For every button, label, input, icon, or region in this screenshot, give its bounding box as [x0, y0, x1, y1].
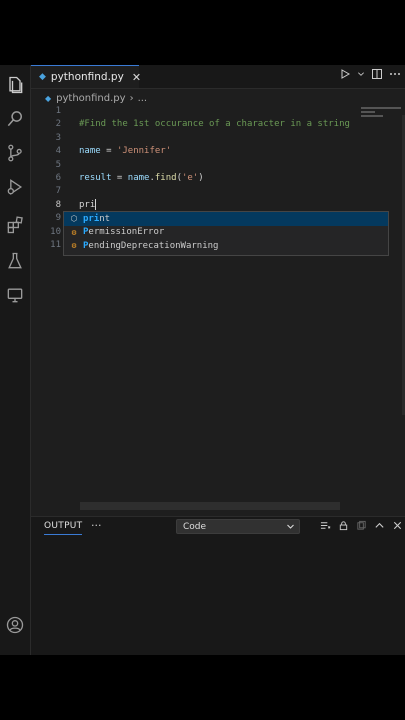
variable-name: name: [127, 172, 150, 183]
class-icon: ⚙: [71, 227, 77, 237]
account-icon[interactable]: [3, 613, 27, 637]
run-debug-icon[interactable]: [3, 175, 27, 199]
code-line[interactable]: [79, 185, 350, 198]
operator: =: [111, 172, 128, 183]
suggestion-rest: nt: [99, 213, 111, 224]
chevron-down-icon[interactable]: [357, 68, 365, 80]
operator: =: [100, 146, 117, 157]
line-number: 4: [55, 146, 61, 157]
line-number-gutter: 1 2 3 4 5 6 7 8 9 10 11: [31, 105, 61, 252]
editor-actions: [339, 68, 401, 80]
testing-icon[interactable]: [3, 249, 27, 273]
line-number: 3: [55, 132, 61, 143]
suggestion-item[interactable]: ⚙ PermissionError: [64, 226, 388, 240]
split-editor-icon[interactable]: [371, 68, 383, 80]
panel-actions: [320, 520, 403, 531]
method-icon: ⬡: [70, 214, 78, 224]
code-line[interactable]: result = name.find('e'): [79, 172, 350, 185]
tab-output[interactable]: OUTPUT: [44, 521, 83, 535]
python-file-icon: ◆: [45, 93, 52, 103]
paren-close: ): [198, 172, 204, 183]
code-line[interactable]: [79, 159, 350, 172]
vscode-window: ◆ pythonfind.py ✕ ◆ pythonfind.py › ... …: [0, 65, 405, 655]
text-cursor: [95, 198, 97, 210]
extensions-icon[interactable]: [3, 213, 27, 237]
line-number: 7: [55, 186, 61, 197]
line-number: 11: [50, 239, 61, 250]
remote-explorer-icon[interactable]: [3, 283, 27, 307]
line-number: 2: [55, 119, 61, 130]
comment-text: #Find the 1st occurance of a character i…: [79, 119, 350, 130]
code-editor[interactable]: #Find the 1st occurance of a character i…: [79, 105, 350, 212]
string-literal: 'e': [182, 172, 199, 183]
line-number: 5: [55, 159, 61, 170]
chevron-down-icon: [287, 524, 294, 529]
output-channel-select[interactable]: Code: [176, 519, 300, 534]
suggestion-widget: ⬡ pri nt ⚙ PermissionError ⚙ PendingDeprecat…: [63, 211, 389, 256]
code-line[interactable]: #Find the 1st occurance of a character i…: [79, 118, 350, 131]
copy-icon[interactable]: [356, 520, 367, 531]
editor-tab[interactable]: ◆ pythonfind.py ✕: [31, 65, 141, 88]
suggestion-item[interactable]: ⚙ PendingDeprecationWarning: [64, 239, 388, 253]
suggestion-rest: endingDeprecationWarning: [88, 240, 219, 251]
panel-more-icon[interactable]: ···: [91, 519, 102, 532]
bottom-panel: OUTPUT ··· Code: [31, 516, 405, 655]
tab-title: pythonfind.py: [50, 71, 124, 83]
suggestion-rest: ermissionError: [88, 227, 165, 238]
suggestion-item[interactable]: ⬡ pri nt: [64, 212, 388, 226]
minimap[interactable]: [361, 105, 405, 125]
lock-icon[interactable]: [338, 520, 349, 531]
line-number-current: 8: [55, 199, 61, 210]
python-file-icon: ◆: [39, 72, 46, 82]
activity-bar: [0, 65, 31, 655]
breadcrumb-file[interactable]: pythonfind.py: [56, 93, 125, 104]
close-panel-icon[interactable]: [392, 520, 403, 531]
breadcrumb-more[interactable]: ...: [138, 93, 148, 104]
variable-name: name: [79, 146, 101, 157]
typed-text: pri: [79, 199, 96, 210]
code-line[interactable]: name = 'Jennifer': [79, 145, 350, 158]
more-actions-icon[interactable]: [389, 68, 401, 80]
variable-result: result: [79, 172, 112, 183]
explorer-icon[interactable]: [3, 73, 27, 97]
close-icon[interactable]: ✕: [132, 71, 141, 84]
editor-tab-bar: ◆ pythonfind.py ✕: [31, 65, 405, 89]
line-number: 9: [55, 213, 61, 224]
code-line[interactable]: [79, 132, 350, 145]
chevron-up-icon[interactable]: [374, 520, 385, 531]
line-number: 6: [55, 172, 61, 183]
clear-output-icon[interactable]: [320, 520, 331, 531]
line-number: 10: [50, 226, 61, 237]
run-icon[interactable]: [339, 68, 351, 80]
code-line[interactable]: [79, 105, 350, 118]
class-icon: ⚙: [71, 241, 77, 251]
string-literal: 'Jennifer': [116, 146, 172, 157]
search-icon[interactable]: [3, 107, 27, 131]
line-number: 1: [55, 106, 61, 116]
output-channel-value: Code: [183, 521, 207, 532]
source-control-icon[interactable]: [3, 141, 27, 165]
breadcrumb-separator: ›: [129, 92, 134, 104]
suggestion-match: pri: [83, 213, 100, 224]
horizontal-scrollbar[interactable]: [80, 502, 340, 510]
function-find: find: [154, 172, 177, 183]
